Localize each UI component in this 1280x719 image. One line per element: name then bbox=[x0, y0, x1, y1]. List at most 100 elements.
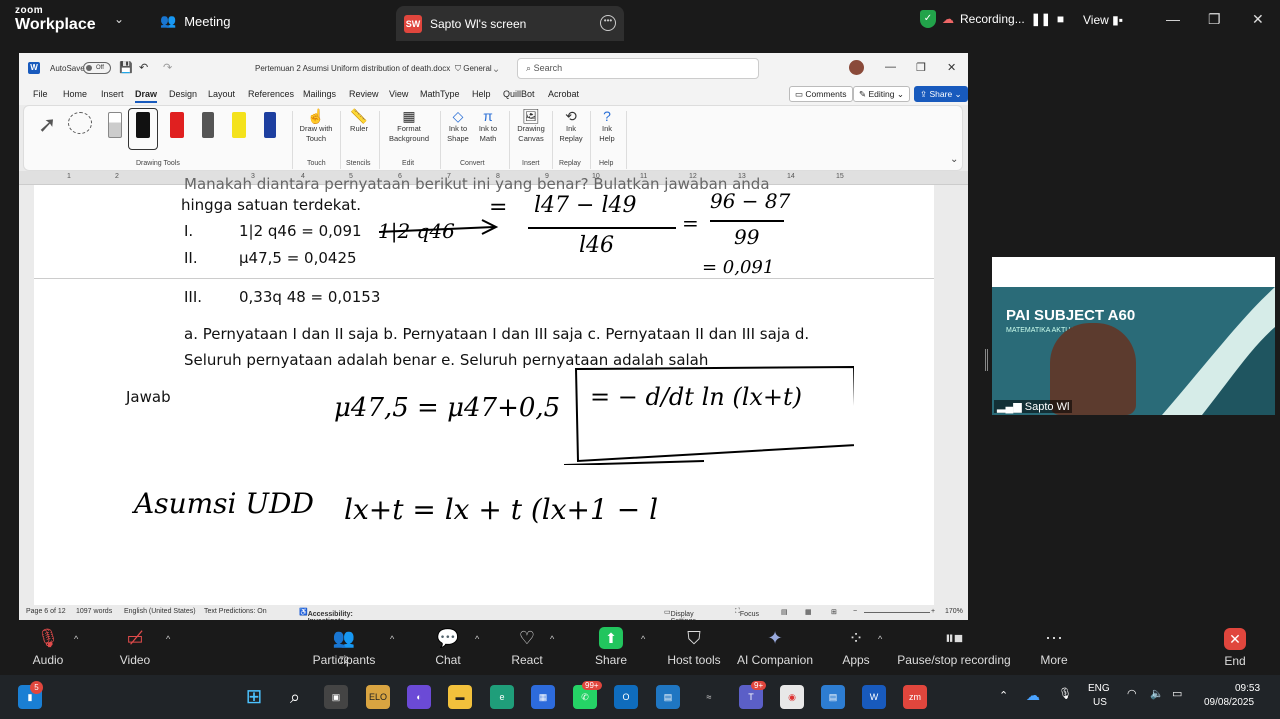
menu-mathtype[interactable]: MathType bbox=[420, 89, 460, 99]
restore-icon[interactable]: ❐ bbox=[1208, 11, 1221, 28]
ink-replay-button[interactable]: ⟲ Ink Replay bbox=[556, 109, 586, 144]
tray-overflow-icon[interactable]: ⌃ bbox=[999, 689, 1008, 702]
store-icon[interactable]: ▦ bbox=[531, 685, 555, 709]
read-mode-icon[interactable]: ▤ bbox=[781, 608, 788, 616]
pause-icon[interactable]: ❚❚ bbox=[1031, 12, 1051, 26]
ink-to-shape-button[interactable]: ◇ Ink to Shape bbox=[444, 109, 472, 144]
format-background-button[interactable]: ▦ Format Background bbox=[384, 109, 434, 144]
sensitivity-label[interactable]: ⛉ General ⌄ bbox=[455, 64, 498, 74]
file-explorer-icon[interactable]: ▬ bbox=[448, 685, 472, 709]
menu-mailings[interactable]: Mailings bbox=[303, 89, 336, 99]
ruler-button[interactable]: 📏 Ruler bbox=[344, 109, 374, 134]
ink-help-button[interactable]: ? Ink Help bbox=[594, 109, 620, 144]
battery-icon[interactable]: ▭ bbox=[1172, 687, 1182, 700]
task-view-icon[interactable]: ▣ bbox=[324, 685, 348, 709]
language-indicator[interactable]: ENG bbox=[1088, 683, 1110, 694]
elo-app-icon[interactable]: ELO bbox=[366, 685, 390, 709]
video-tile[interactable]: PAI SUBJECT A60 MATEMATIKA AKTUARIA ▂▄▆ … bbox=[992, 257, 1275, 415]
react-button[interactable]: ♡ React bbox=[511, 627, 542, 667]
notepad-icon[interactable]: ▤ bbox=[821, 685, 845, 709]
select-pointer-icon[interactable]: ➚ bbox=[38, 112, 56, 138]
ai-companion-button[interactable]: ✦ AI Companion bbox=[737, 627, 813, 667]
black-pen-icon[interactable] bbox=[136, 112, 150, 138]
apps-caret[interactable]: ^ bbox=[878, 634, 882, 644]
participants-button[interactable]: 👥72 Participants bbox=[313, 627, 376, 667]
menu-insert[interactable]: Insert bbox=[101, 89, 124, 99]
menu-file[interactable]: File bbox=[33, 89, 48, 99]
more-button[interactable]: ⋯ More bbox=[1040, 627, 1067, 667]
draw-with-touch-button[interactable]: ☝ Draw with Touch bbox=[296, 109, 336, 144]
outlook-icon[interactable]: O bbox=[614, 685, 638, 709]
display-settings[interactable]: ▭ Display Settings bbox=[664, 608, 696, 620]
share-caret[interactable]: ^ bbox=[641, 634, 645, 644]
menu-references[interactable]: References bbox=[248, 89, 294, 99]
language-status[interactable]: English (United States) bbox=[124, 608, 196, 615]
audio-button[interactable]: 🎙 Audio bbox=[33, 627, 64, 667]
calendar-app-icon[interactable]: ▤ bbox=[656, 685, 680, 709]
split-handle[interactable] bbox=[985, 349, 988, 371]
web-layout-icon[interactable]: ⊞ bbox=[831, 608, 837, 616]
menu-review[interactable]: Review bbox=[349, 89, 379, 99]
redo-icon[interactable]: ↷ bbox=[163, 61, 172, 74]
recording-indicator[interactable]: ✓ ☁ Recording... ❚❚ ■ bbox=[920, 10, 1064, 28]
zoom-in-icon[interactable]: + bbox=[931, 608, 935, 615]
drawing-canvas-button[interactable]: 🖼 Drawing Canvas bbox=[514, 109, 548, 144]
chevron-down-icon[interactable]: ⌄ bbox=[114, 12, 124, 26]
close-icon[interactable]: ✕ bbox=[947, 61, 956, 74]
meeting-tab[interactable]: 👥 Meeting bbox=[160, 13, 230, 29]
apps-button[interactable]: ⁘ Apps bbox=[842, 627, 869, 667]
clock-time[interactable]: 09:53 bbox=[1235, 683, 1260, 694]
comments-button[interactable]: ▭ Comments bbox=[789, 86, 853, 102]
blue-pen-icon[interactable] bbox=[264, 112, 276, 138]
chat-button[interactable]: 💬 Chat bbox=[435, 627, 460, 667]
pencil-icon[interactable] bbox=[202, 112, 214, 138]
wifi-icon[interactable]: ◠ bbox=[1127, 687, 1137, 700]
ribbon-collapse-icon[interactable]: ⌄ bbox=[950, 154, 958, 165]
keyboard-layout[interactable]: US bbox=[1093, 697, 1107, 708]
chat-caret[interactable]: ^ bbox=[475, 634, 479, 644]
share-button[interactable]: ⇪ Share ⌄ bbox=[914, 86, 968, 102]
menu-layout[interactable]: Layout bbox=[208, 89, 235, 99]
video-options-caret[interactable]: ^ bbox=[166, 634, 170, 644]
lasso-select-icon[interactable] bbox=[68, 112, 92, 134]
view-button[interactable]: View ▮▪ bbox=[1083, 13, 1123, 27]
microphone-icon[interactable]: 🎙 bbox=[1058, 687, 1072, 700]
menu-design[interactable]: Design bbox=[169, 89, 197, 99]
focus-button[interactable]: ⛶ Focus bbox=[735, 608, 759, 618]
copilot-icon[interactable]: ◐ bbox=[407, 685, 431, 709]
text-predictions-status[interactable]: Text Predictions: On bbox=[204, 608, 267, 615]
autosave-toggle[interactable]: Off bbox=[83, 62, 111, 74]
share-screen-button[interactable]: ⬆ Share bbox=[595, 627, 627, 667]
menu-home[interactable]: Home bbox=[63, 89, 87, 99]
close-icon[interactable]: ✕ bbox=[1252, 11, 1264, 28]
pause-recording-button[interactable]: ⏸⏹ Pause/stop recording bbox=[897, 627, 1010, 667]
windows-start-icon[interactable]: ⊞ bbox=[242, 685, 266, 709]
red-pen-icon[interactable] bbox=[170, 112, 184, 138]
network-tool-icon[interactable]: ≈ bbox=[697, 685, 721, 709]
participants-caret[interactable]: ^ bbox=[390, 634, 394, 644]
chrome-icon[interactable]: ◉ bbox=[780, 685, 804, 709]
yellow-highlighter-icon[interactable] bbox=[232, 112, 246, 138]
more-options-icon[interactable]: ••• bbox=[600, 15, 616, 31]
menu-quillbot[interactable]: QuillBot bbox=[503, 89, 535, 99]
menu-view[interactable]: View bbox=[389, 89, 408, 99]
video-button[interactable]: ▭̸ Video bbox=[120, 627, 150, 667]
menu-draw[interactable]: Draw bbox=[135, 89, 158, 103]
editing-button[interactable]: ✎ Editing ⌄ bbox=[853, 86, 910, 102]
edge-icon[interactable]: e bbox=[490, 685, 514, 709]
undo-icon[interactable]: ↶ bbox=[139, 61, 148, 74]
save-icon[interactable]: 💾 bbox=[119, 61, 133, 74]
zoom-out-icon[interactable]: − bbox=[853, 608, 857, 615]
print-layout-icon[interactable]: ▦ bbox=[805, 608, 812, 616]
word-count[interactable]: 1097 words bbox=[76, 608, 112, 615]
minimize-icon[interactable]: — bbox=[1166, 11, 1180, 27]
ink-to-math-button[interactable]: π Ink to Math bbox=[474, 109, 502, 144]
eraser-icon[interactable] bbox=[108, 112, 122, 138]
onedrive-icon[interactable]: ☁ bbox=[1026, 687, 1040, 704]
react-caret[interactable]: ^ bbox=[550, 634, 554, 644]
zoom-slider[interactable] bbox=[864, 612, 930, 613]
menu-acrobat[interactable]: Acrobat bbox=[548, 89, 579, 99]
menu-help[interactable]: Help bbox=[472, 89, 491, 99]
search-box[interactable]: ⌕ Search bbox=[517, 58, 759, 79]
clock-date[interactable]: 09/08/2025 bbox=[1204, 697, 1254, 708]
